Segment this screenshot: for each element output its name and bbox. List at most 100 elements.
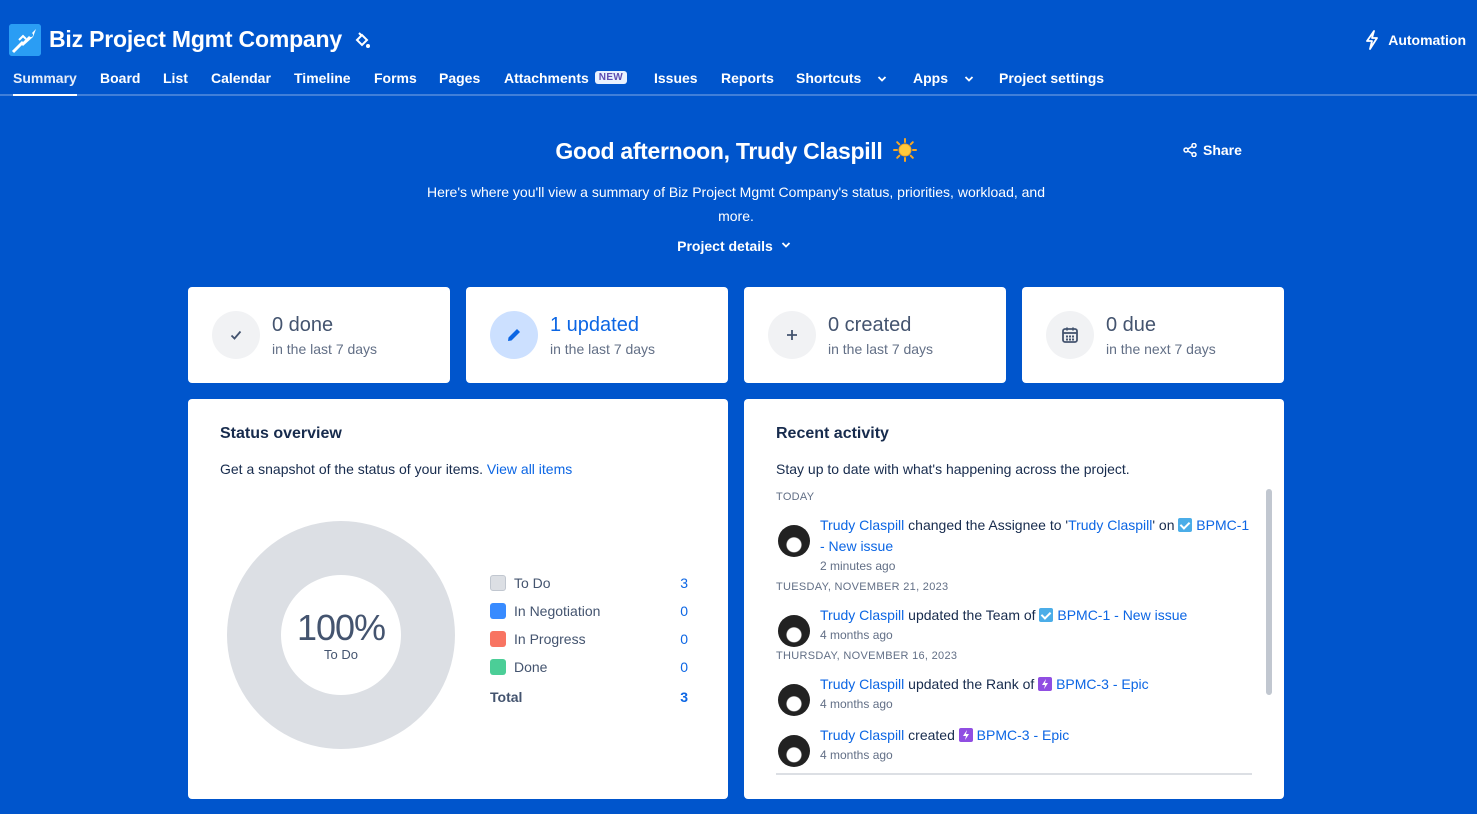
legend-item-in-progress: In Progress 0 <box>490 625 688 653</box>
plus-icon <box>768 311 816 359</box>
legend-swatch <box>490 631 506 647</box>
user-link[interactable]: Trudy Claspill <box>820 727 904 743</box>
stat-card-updated[interactable]: 1 updated in the last 7 days <box>466 287 728 383</box>
task-icon <box>1178 518 1193 532</box>
status-overview-title: Status overview <box>220 425 342 442</box>
legend-value[interactable]: 0 <box>680 603 688 619</box>
legend-total-value[interactable]: 3 <box>680 689 688 705</box>
activity-time: 4 months ago <box>820 697 893 711</box>
summary-subtitle: Here's where you'll view a summary of Bi… <box>426 184 1046 224</box>
tab-label: Board <box>100 70 141 86</box>
tab-apps[interactable]: Apps <box>913 64 974 94</box>
stat-subtext: in the last 7 days <box>828 341 934 357</box>
legend-label: In Progress <box>514 631 586 647</box>
issue-link[interactable]: BPMC-3 - Epic <box>977 727 1070 743</box>
chevron-down-icon <box>781 242 790 248</box>
stat-value[interactable]: 1 updated <box>550 314 639 337</box>
tab-shortcuts[interactable]: Shortcuts <box>796 64 887 94</box>
legend-value[interactable]: 3 <box>680 575 688 591</box>
legend-swatch <box>490 575 506 591</box>
tab-attachments[interactable]: Attachments NEW <box>504 64 628 94</box>
stat-value: 0 done <box>272 314 334 336</box>
donut-center: 100% To Do <box>226 520 456 750</box>
project-details-button[interactable]: Project details <box>0 238 1468 254</box>
stat-card-due[interactable]: 0 due in the next 7 days <box>1022 287 1284 383</box>
project-tabs: Summary Board List Calendar Timeline For… <box>0 64 1477 96</box>
status-overview-card: Status overview Get a snapshot of the st… <box>188 399 728 799</box>
avatar[interactable] <box>778 735 810 767</box>
tab-label: Calendar <box>211 70 271 86</box>
activity-date-header: TODAY <box>776 491 815 503</box>
stat-subtext: in the next 7 days <box>1106 341 1216 357</box>
tab-forms[interactable]: Forms <box>374 64 417 94</box>
share-icon <box>1183 143 1197 157</box>
tab-timeline[interactable]: Timeline <box>294 64 351 94</box>
activity-scrollbar[interactable] <box>1264 487 1274 775</box>
stat-card-done[interactable]: 0 done in the last 7 days <box>188 287 450 383</box>
tab-calendar[interactable]: Calendar <box>211 64 271 94</box>
tab-label: Shortcuts <box>796 70 862 86</box>
stat-subtext: in the last 7 days <box>550 341 656 357</box>
legend-value[interactable]: 0 <box>680 631 688 647</box>
activity-date-header: TUESDAY, NOVEMBER 21, 2023 <box>776 581 949 593</box>
automation-button[interactable]: Automation <box>1364 28 1466 52</box>
project-logo-icon[interactable] <box>9 24 41 56</box>
task-icon <box>1039 608 1054 622</box>
tab-list[interactable]: List <box>163 64 188 94</box>
stat-value: 0 created <box>828 314 912 336</box>
user-link[interactable]: Trudy Claspill <box>820 517 904 533</box>
issue-link[interactable]: BPMC-3 - Epic <box>1056 676 1149 692</box>
activity-time: 2 minutes ago <box>820 559 896 573</box>
tab-summary[interactable]: Summary <box>13 64 77 96</box>
legend-item-to-do: To Do 3 <box>490 569 688 597</box>
recent-activity-title: Recent activity <box>776 425 889 442</box>
chevron-down-icon <box>878 76 887 82</box>
stat-value: 0 due <box>1106 314 1157 336</box>
activity-item: Trudy Claspill changed the Assignee to '… <box>776 515 1252 575</box>
tab-label: Issues <box>654 70 698 86</box>
paint-bucket-icon[interactable] <box>352 31 372 51</box>
avatar[interactable] <box>778 525 810 557</box>
tab-board[interactable]: Board <box>100 64 140 94</box>
user-link[interactable]: Trudy Claspill <box>1068 517 1152 533</box>
check-icon <box>212 311 260 359</box>
tab-reports[interactable]: Reports <box>721 64 774 94</box>
pencil-icon <box>490 311 538 359</box>
tab-label: Forms <box>374 70 417 86</box>
stat-card-created[interactable]: 0 created in the last 7 days <box>744 287 1006 383</box>
status-legend: To Do 3 In Negotiation 0 In Progress 0 Done 0 To… <box>490 569 688 711</box>
issue-link[interactable]: BPMC-1 - New issue <box>1057 607 1187 623</box>
tab-project-settings[interactable]: Project settings <box>999 64 1104 94</box>
avatar[interactable] <box>778 684 810 716</box>
project-details-label: Project details <box>677 238 773 254</box>
automation-label: Automation <box>1388 32 1466 48</box>
share-label: Share <box>1203 142 1242 158</box>
legend-label: To Do <box>514 575 551 591</box>
view-all-items-link[interactable]: View all items <box>487 461 572 477</box>
avatar[interactable] <box>778 615 810 647</box>
activity-hscroll[interactable] <box>776 773 1252 775</box>
user-link[interactable]: Trudy Claspill <box>820 676 904 692</box>
stat-subtext: in the last 7 days <box>272 341 378 357</box>
legend-label: In Negotiation <box>514 603 601 619</box>
tab-label: Pages <box>439 70 481 86</box>
scroll-thumb[interactable] <box>1266 489 1272 695</box>
activity-date-header: THURSDAY, NOVEMBER 16, 2023 <box>776 650 958 662</box>
tab-pages[interactable]: Pages <box>439 64 480 94</box>
user-link[interactable]: Trudy Claspill <box>820 607 904 623</box>
tab-label: Timeline <box>294 70 351 86</box>
share-button[interactable]: Share <box>1183 142 1242 158</box>
legend-total-label: Total <box>490 689 523 705</box>
epic-icon <box>958 728 973 742</box>
activity-time: 4 months ago <box>820 748 893 762</box>
legend-swatch <box>490 659 506 675</box>
sun-icon <box>892 138 917 168</box>
recent-activity-desc: Stay up to date with what's happening ac… <box>776 461 1130 477</box>
legend-value[interactable]: 0 <box>680 659 688 675</box>
tab-issues[interactable]: Issues <box>654 64 698 94</box>
legend-item-in-negotiation: In Negotiation 0 <box>490 597 688 625</box>
donut-percentage: 100% <box>296 606 386 648</box>
activity-feed[interactable]: TODAY Trudy Claspill changed the Assignee… <box>776 491 1252 774</box>
activity-item: Trudy Claspill updated the Team of BPMC-… <box>776 605 1252 647</box>
chevron-down-icon <box>964 76 974 82</box>
